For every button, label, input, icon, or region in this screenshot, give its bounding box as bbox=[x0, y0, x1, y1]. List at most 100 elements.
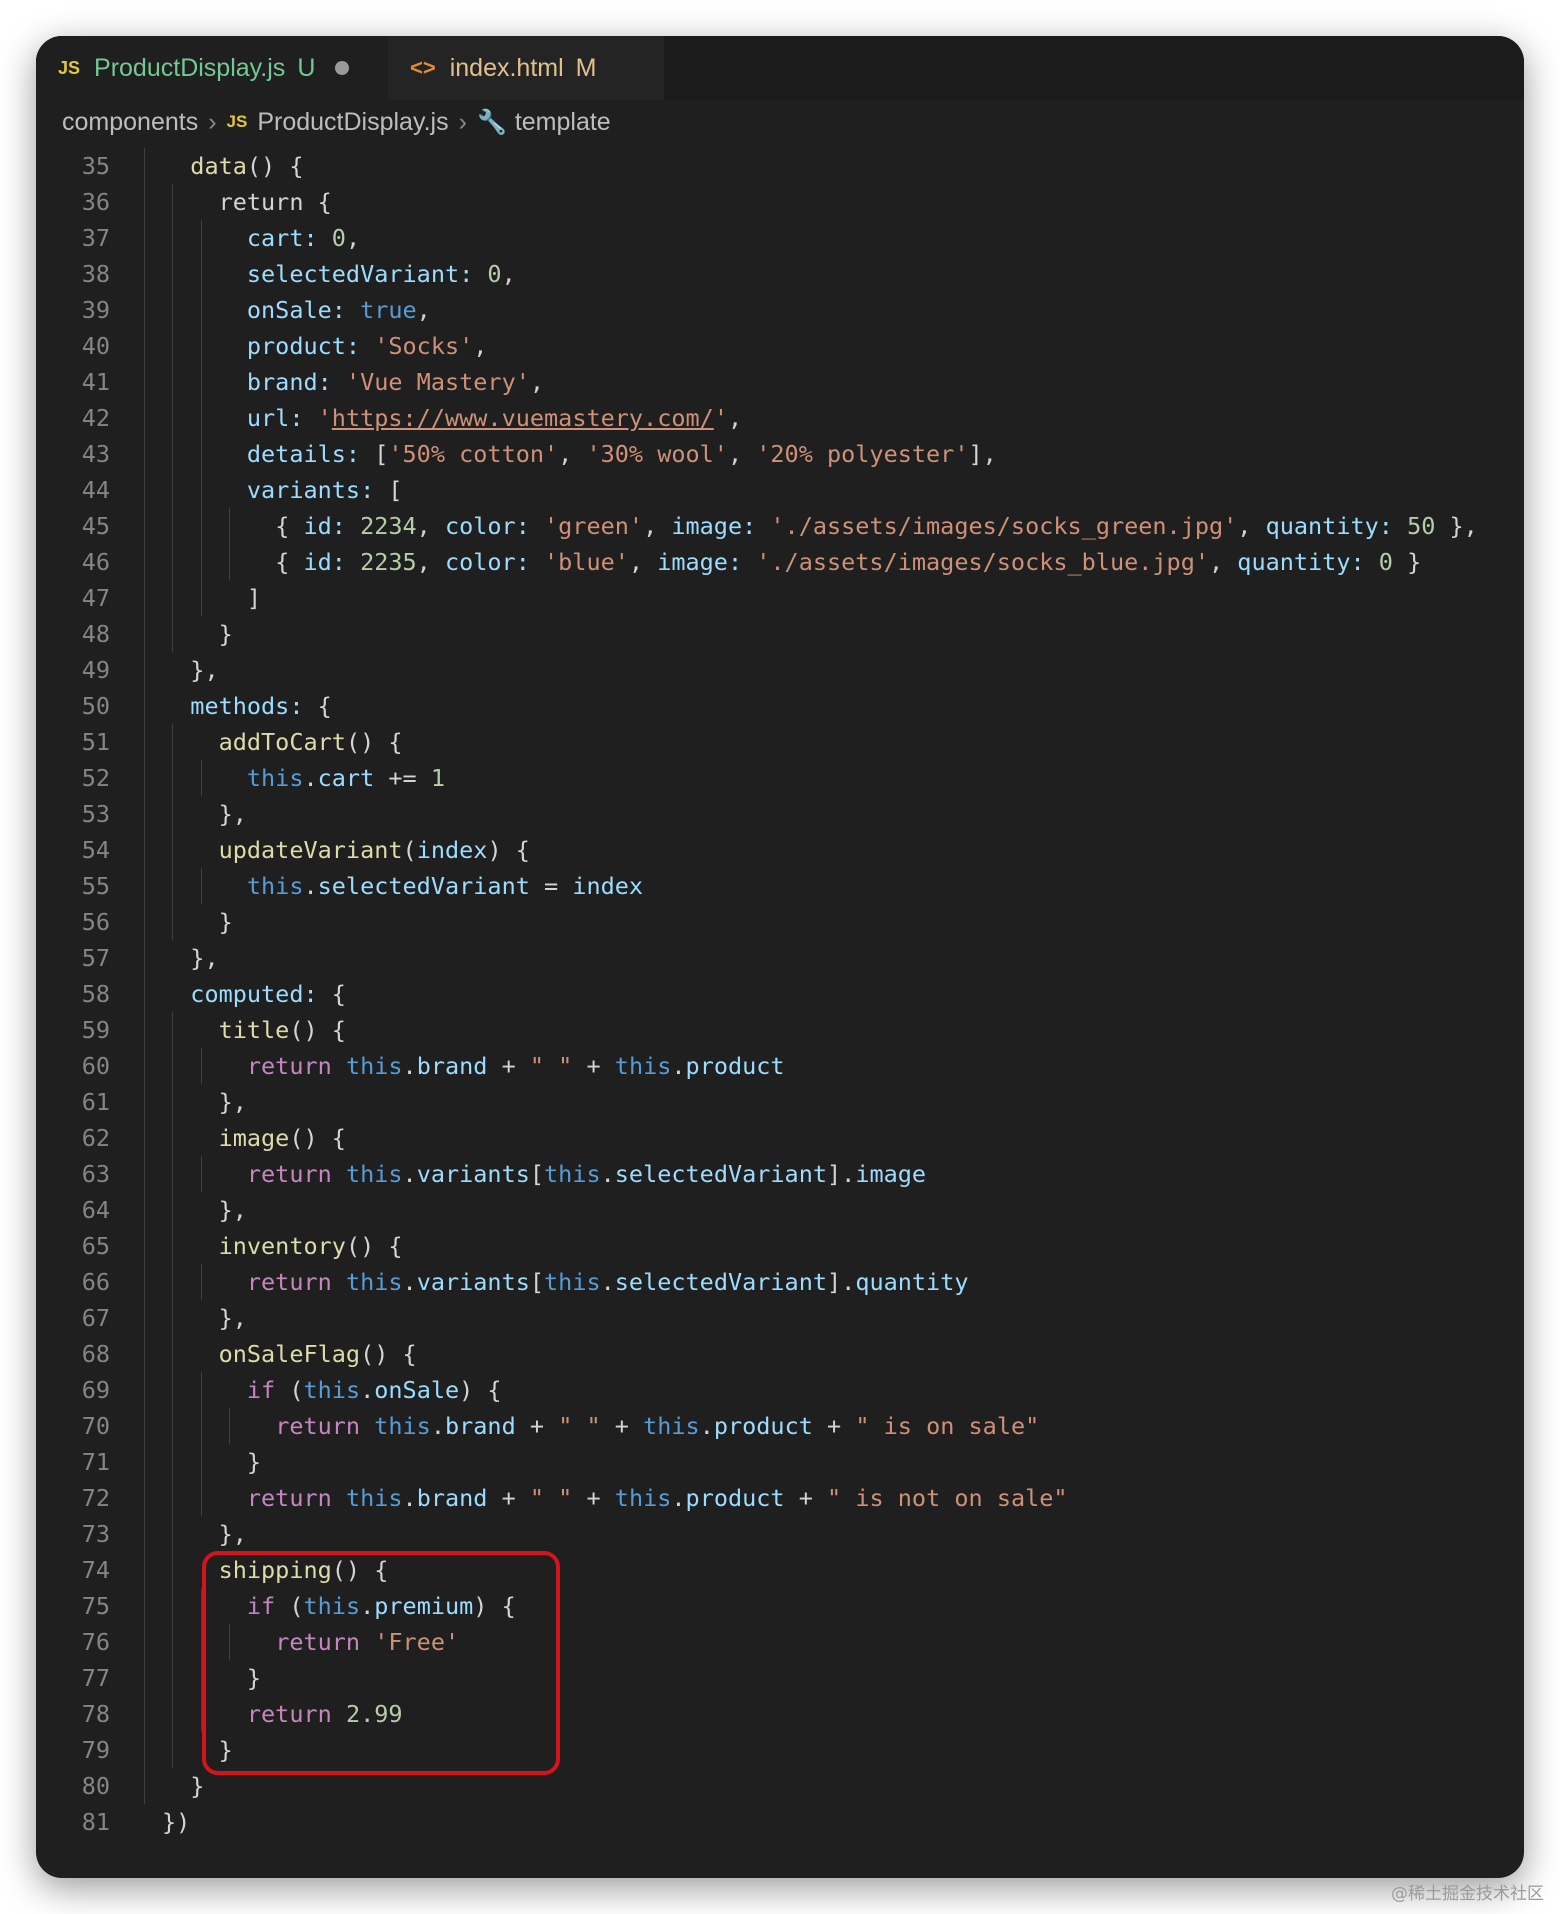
code-line[interactable]: 45 { id: 2234, color: 'green', image: './… bbox=[36, 508, 1524, 544]
code-line[interactable]: 46 { id: 2235, color: 'blue', image: './a… bbox=[36, 544, 1524, 580]
code-line[interactable]: 60 return this.brand + " " + this.product bbox=[36, 1048, 1524, 1084]
code-line[interactable]: 38 selectedVariant: 0, bbox=[36, 256, 1524, 292]
code-line[interactable]: 40 product: 'Socks', bbox=[36, 328, 1524, 364]
code-token: }, bbox=[190, 944, 219, 972]
code-text: brand: 'Vue Mastery', bbox=[247, 364, 544, 400]
code-token: quantity bbox=[855, 1268, 969, 1296]
line-number: 54 bbox=[81, 836, 110, 864]
code-line[interactable]: 37 cart: 0, bbox=[36, 220, 1524, 256]
code-token: 0 bbox=[1378, 548, 1393, 576]
code-line[interactable]: 67}, bbox=[36, 1300, 1524, 1336]
code-token: () { bbox=[360, 1340, 417, 1368]
code-token: , bbox=[416, 512, 445, 540]
code-line[interactable]: 73}, bbox=[36, 1516, 1524, 1552]
code-token: this bbox=[246, 872, 304, 900]
line-number: 44 bbox=[81, 476, 110, 504]
code-token: onSale: bbox=[246, 296, 361, 324]
chevron-right-icon: › bbox=[458, 107, 467, 136]
code-line[interactable]: 65 inventory() { bbox=[36, 1228, 1524, 1264]
code-token: , bbox=[727, 440, 757, 468]
code-line[interactable]: 62 image() { bbox=[36, 1120, 1524, 1156]
code-line[interactable]: 36 return { bbox=[36, 184, 1524, 220]
code-line[interactable]: 70 return this.brand + " " + this.product… bbox=[36, 1408, 1524, 1444]
code-line[interactable]: 35 data() { bbox=[36, 148, 1524, 184]
breadcrumb-symbol[interactable]: template bbox=[515, 108, 611, 137]
code-token: onSaleFlag bbox=[218, 1340, 361, 1368]
code-line[interactable]: 59 title() { bbox=[36, 1012, 1524, 1048]
code-token: this bbox=[643, 1412, 700, 1440]
line-number: 36 bbox=[81, 188, 110, 216]
code-token: () { bbox=[345, 1232, 403, 1260]
code-line[interactable]: 72 return this.brand + " " + this.product… bbox=[36, 1480, 1524, 1516]
code-line[interactable]: 44 variants: [ bbox=[36, 472, 1524, 508]
code-line[interactable]: 71} bbox=[36, 1444, 1524, 1480]
code-line[interactable]: 58 computed: { bbox=[36, 976, 1524, 1012]
code-token: id: bbox=[303, 548, 361, 576]
code-token: ) { bbox=[459, 1376, 502, 1404]
code-token: , bbox=[416, 548, 445, 576]
tab-productdisplay-js[interactable]: JS ProductDisplay.js U bbox=[36, 36, 388, 100]
code-text: return { bbox=[219, 184, 332, 220]
code-token: + bbox=[572, 1484, 615, 1512]
code-line[interactable]: 54 updateVariant(index) { bbox=[36, 832, 1524, 868]
js-file-icon: JS bbox=[226, 112, 248, 131]
code-line[interactable]: 64}, bbox=[36, 1192, 1524, 1228]
code-line[interactable]: 47] bbox=[36, 580, 1524, 616]
breadcrumb-file[interactable]: ProductDisplay.js bbox=[257, 108, 448, 137]
code-line[interactable]: 39 onSale: true, bbox=[36, 292, 1524, 328]
code-line[interactable]: 50 methods: { bbox=[36, 688, 1524, 724]
code-token: ]. bbox=[827, 1268, 856, 1296]
line-number: 50 bbox=[81, 692, 110, 720]
code-text: }, bbox=[219, 796, 247, 832]
code-token: product: bbox=[246, 332, 375, 360]
line-number: 71 bbox=[81, 1448, 110, 1476]
code-line[interactable]: 43 details: ['50% cotton', '30% wool', '2… bbox=[36, 436, 1524, 472]
code-line[interactable]: 57}, bbox=[36, 940, 1524, 976]
code-token: " " bbox=[529, 1484, 573, 1512]
code-token: brand bbox=[416, 1484, 488, 1512]
code-line[interactable]: 49}, bbox=[36, 652, 1524, 688]
tab-index-html[interactable]: <> index.html M bbox=[388, 36, 664, 100]
code-line[interactable]: 68 onSaleFlag() { bbox=[36, 1336, 1524, 1372]
code-line[interactable]: 66 return this.variants[this.selectedVari… bbox=[36, 1264, 1524, 1300]
code-line[interactable]: 52 this.cart += 1 bbox=[36, 760, 1524, 796]
code-line[interactable]: 55 this.selectedVariant = index bbox=[36, 868, 1524, 904]
code-line[interactable]: 48} bbox=[36, 616, 1524, 652]
code-token: } bbox=[218, 908, 233, 936]
code-text: if (this.onSale) { bbox=[247, 1372, 502, 1408]
code-text: return this.variants[this.selectedVarian… bbox=[247, 1156, 926, 1192]
code-line[interactable]: 51 addToCart() { bbox=[36, 724, 1524, 760]
code-token: 50 bbox=[1407, 512, 1436, 540]
code-token: , bbox=[727, 404, 743, 432]
line-number: 73 bbox=[81, 1520, 110, 1548]
wrench-icon: 🔧 bbox=[476, 108, 507, 136]
code-line[interactable]: 53}, bbox=[36, 796, 1524, 832]
code-token: } bbox=[1392, 548, 1422, 576]
code-line[interactable]: 41 brand: 'Vue Mastery', bbox=[36, 364, 1524, 400]
tab-bar: JS ProductDisplay.js U <> index.html M bbox=[36, 36, 1524, 100]
code-line[interactable]: 42 url: 'https://www.vuemastery.com/', bbox=[36, 400, 1524, 436]
code-token: , bbox=[501, 260, 516, 288]
code-text: url: 'https://www.vuemastery.com/', bbox=[247, 400, 742, 436]
line-number: 53 bbox=[81, 800, 110, 828]
code-line[interactable]: 61}, bbox=[36, 1084, 1524, 1120]
code-text: return this.variants[this.selectedVarian… bbox=[247, 1264, 969, 1300]
line-number: 48 bbox=[81, 620, 110, 648]
code-token: return bbox=[246, 1160, 346, 1188]
code-line[interactable]: 56} bbox=[36, 904, 1524, 940]
code-token: . bbox=[699, 1412, 714, 1440]
shipping-highlight-box bbox=[202, 1551, 560, 1775]
code-token: this bbox=[614, 1484, 672, 1512]
code-token: title bbox=[218, 1016, 290, 1044]
code-token: { bbox=[331, 980, 346, 1008]
line-number: 78 bbox=[81, 1700, 110, 1728]
code-token: " is on sale" bbox=[855, 1412, 1040, 1440]
code-line[interactable]: 81}) bbox=[36, 1804, 1524, 1840]
line-number: 79 bbox=[81, 1736, 110, 1764]
unsaved-dot-icon[interactable] bbox=[335, 61, 350, 75]
code-token: './assets/images/socks_blue.jpg' bbox=[756, 548, 1209, 576]
code-token: ) { bbox=[487, 836, 530, 864]
breadcrumb-folder[interactable]: components bbox=[62, 108, 198, 137]
code-line[interactable]: 63 return this.variants[this.selectedVari… bbox=[36, 1156, 1524, 1192]
code-line[interactable]: 69 if (this.onSale) { bbox=[36, 1372, 1524, 1408]
